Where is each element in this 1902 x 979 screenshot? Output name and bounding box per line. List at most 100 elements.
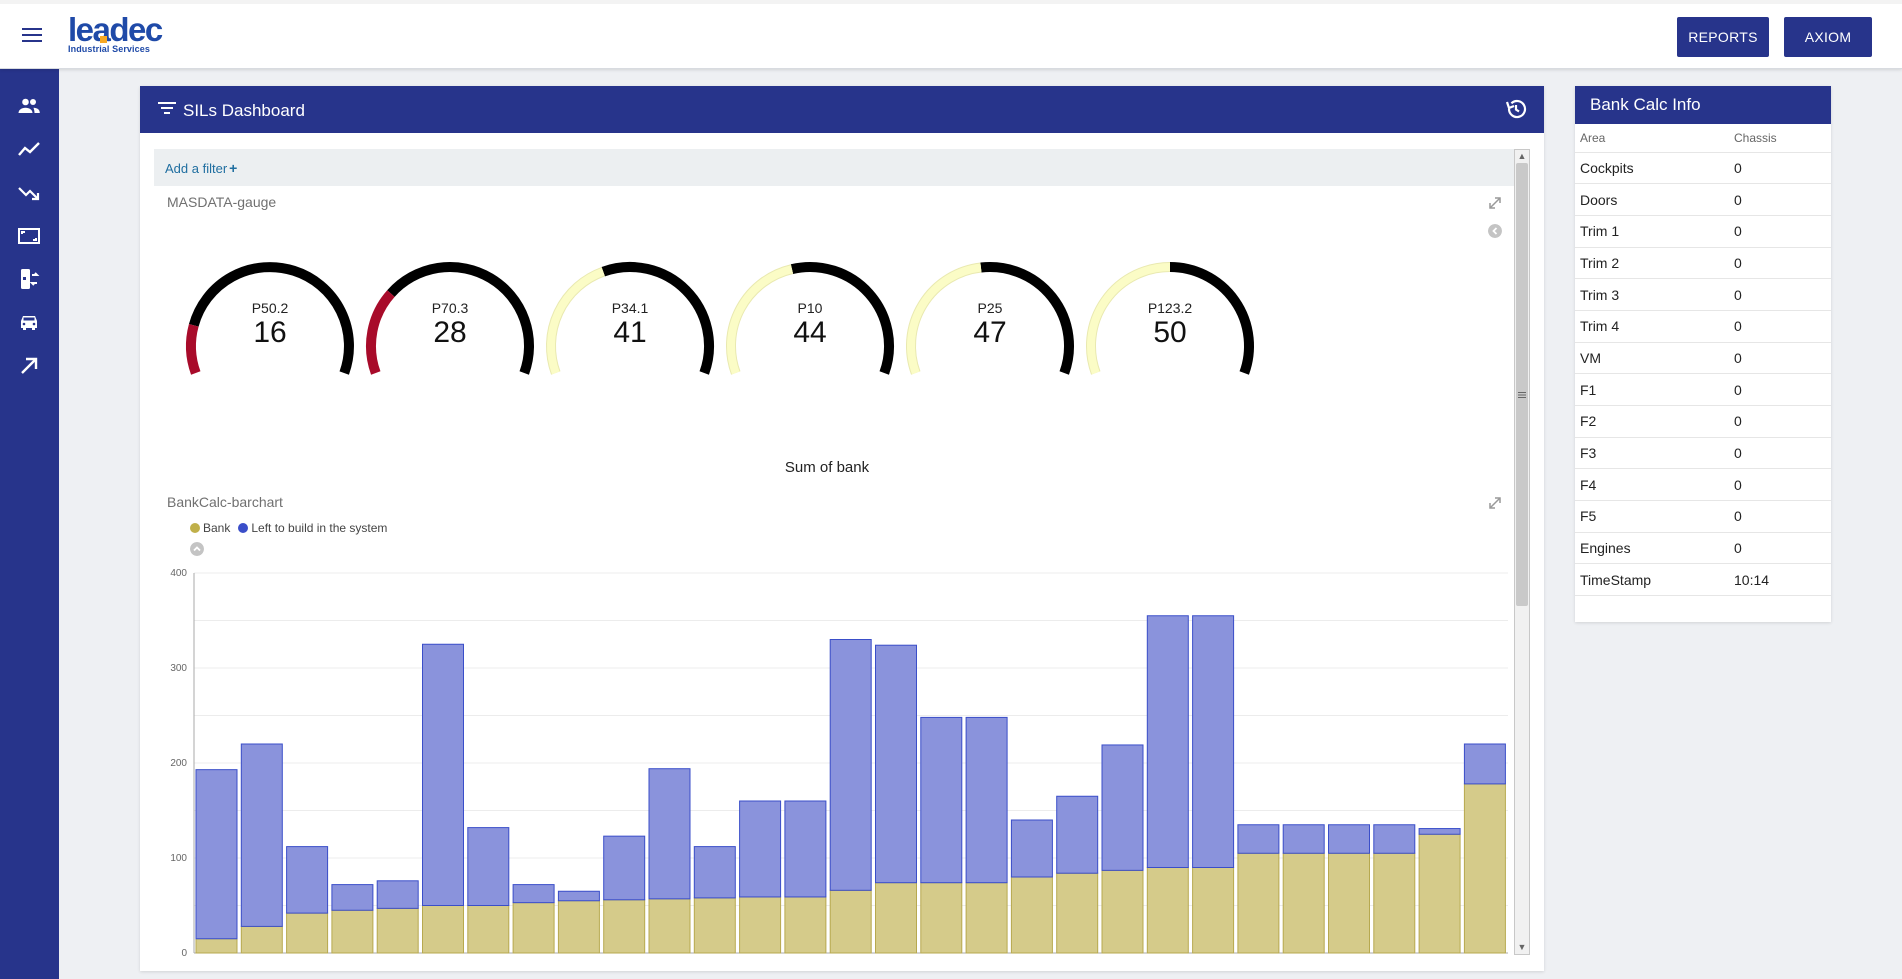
bar-bank[interactable] bbox=[422, 905, 464, 954]
bar-bank[interactable] bbox=[286, 912, 329, 954]
bar-bank[interactable] bbox=[920, 882, 963, 954]
y-tick-label: 0 bbox=[181, 948, 187, 959]
bar-bank[interactable] bbox=[1101, 869, 1144, 954]
bar-bank[interactable] bbox=[1192, 867, 1235, 954]
bar-left-to-build[interactable] bbox=[648, 768, 691, 900]
legend-swatch bbox=[238, 523, 249, 533]
bar-bank[interactable] bbox=[1418, 833, 1461, 954]
collapse-gauge-icon[interactable] bbox=[1488, 224, 1502, 238]
axiom-button[interactable]: AXIOM bbox=[1784, 17, 1872, 57]
gauge-value: 47 bbox=[973, 316, 1007, 349]
scrollbar-thumb[interactable] bbox=[1516, 163, 1528, 606]
legend-swatch bbox=[190, 523, 200, 533]
bar-left-to-build[interactable] bbox=[467, 827, 510, 906]
bar-bank[interactable] bbox=[557, 900, 600, 954]
bar-left-to-build[interactable] bbox=[1146, 615, 1189, 868]
bar-left-to-build[interactable] bbox=[920, 716, 963, 884]
bar-bank[interactable] bbox=[1237, 852, 1280, 954]
bar-bank[interactable] bbox=[603, 899, 646, 954]
bar-left-to-build[interactable] bbox=[1237, 824, 1280, 854]
bar-bank[interactable] bbox=[1146, 867, 1189, 954]
bar-left-to-build[interactable] bbox=[603, 835, 646, 901]
scroll-up-arrow-icon[interactable]: ▲ bbox=[1517, 151, 1527, 161]
bar-bank[interactable] bbox=[1010, 876, 1053, 954]
bar-bank[interactable] bbox=[1056, 872, 1099, 954]
bar-left-to-build[interactable] bbox=[240, 743, 283, 927]
bar-left-to-build[interactable] bbox=[1418, 828, 1461, 835]
bar-left-to-build[interactable] bbox=[195, 769, 238, 940]
people-icon[interactable] bbox=[14, 93, 44, 119]
legend-item-bank[interactable]: Bank bbox=[190, 521, 230, 535]
table-body: Cockpits 0 Doors 0 Trim 1 0 Trim 2 0 Trim 3 0 Trim… bbox=[1575, 152, 1831, 597]
expand-chart-panel-icon[interactable] bbox=[1488, 496, 1502, 510]
add-filter-link[interactable]: Add a filter + bbox=[165, 160, 237, 176]
area-cell: Doors bbox=[1575, 183, 1729, 216]
bar-bank[interactable] bbox=[1463, 783, 1506, 954]
bar-bank[interactable] bbox=[1373, 852, 1416, 954]
bar-bank[interactable] bbox=[965, 882, 1008, 954]
expand-gauge-panel-icon[interactable] bbox=[1488, 196, 1502, 210]
legend-item-left-to-build[interactable]: Left to build in the system bbox=[238, 521, 387, 535]
bar-left-to-build[interactable] bbox=[1328, 824, 1370, 854]
bar-left-to-build[interactable] bbox=[512, 884, 555, 904]
bar-bank[interactable] bbox=[512, 902, 555, 954]
bar-bank[interactable] bbox=[875, 882, 917, 954]
bar-bank[interactable] bbox=[331, 909, 374, 954]
bar-bank[interactable] bbox=[240, 925, 283, 954]
trending-down-icon[interactable] bbox=[14, 180, 44, 206]
bar-bank[interactable] bbox=[693, 897, 736, 954]
aspect-ratio-icon[interactable] bbox=[14, 223, 44, 249]
scroll-down-arrow-icon[interactable]: ▼ bbox=[1517, 942, 1527, 952]
phone-flip-icon[interactable] bbox=[14, 266, 44, 292]
bar-left-to-build[interactable] bbox=[875, 644, 917, 884]
chassis-cell: 0 bbox=[1729, 437, 1831, 470]
car-icon[interactable] bbox=[14, 309, 44, 335]
area-cell: Cockpits bbox=[1575, 152, 1729, 185]
bar-left-to-build[interactable] bbox=[422, 643, 464, 906]
bar-left-to-build[interactable] bbox=[331, 884, 374, 911]
bar-left-to-build[interactable] bbox=[1373, 824, 1416, 854]
reports-button[interactable]: REPORTS bbox=[1677, 17, 1769, 57]
filter-list-icon[interactable] bbox=[157, 100, 177, 116]
dashboard-scrollbar[interactable]: ▲ ▼ bbox=[1514, 149, 1530, 955]
bar-left-to-build[interactable] bbox=[829, 639, 872, 891]
chassis-cell: 0 bbox=[1729, 310, 1831, 343]
bar-bank[interactable] bbox=[648, 898, 691, 954]
column-header-chassis: Chassis bbox=[1729, 124, 1831, 153]
bar-left-to-build[interactable] bbox=[557, 890, 600, 902]
bar-left-to-build[interactable] bbox=[1056, 795, 1099, 874]
table-row: F2 0 bbox=[1575, 405, 1831, 438]
leadec-logo[interactable]: leadec Industrial Services bbox=[68, 13, 163, 54]
area-cell: F5 bbox=[1575, 500, 1729, 533]
history-icon[interactable] bbox=[1504, 97, 1528, 121]
bar-bank[interactable] bbox=[739, 896, 782, 954]
bar-bank[interactable] bbox=[467, 905, 510, 954]
bar-left-to-build[interactable] bbox=[965, 716, 1008, 884]
bar-bank[interactable] bbox=[829, 889, 872, 954]
bar-bank[interactable] bbox=[195, 938, 238, 954]
chart-collapse-icon[interactable] bbox=[190, 542, 204, 556]
bar-left-to-build[interactable] bbox=[286, 846, 329, 914]
bar-bank[interactable] bbox=[376, 907, 419, 954]
bar-left-to-build[interactable] bbox=[1463, 743, 1506, 785]
bar-left-to-build[interactable] bbox=[376, 880, 419, 909]
bar-left-to-build[interactable] bbox=[1101, 744, 1144, 871]
arrow-up-right-icon[interactable] bbox=[14, 353, 44, 379]
area-cell: F3 bbox=[1575, 437, 1729, 470]
chart-panel-title: BankCalc-barchart bbox=[167, 494, 283, 510]
bar-left-to-build[interactable] bbox=[1192, 615, 1235, 868]
bar-bank[interactable] bbox=[784, 896, 827, 954]
bar-left-to-build[interactable] bbox=[693, 846, 736, 899]
bar-left-to-build[interactable] bbox=[1282, 824, 1325, 854]
sils-dashboard-card: SILs Dashboard Add a filter + MASDATA-gau… bbox=[140, 86, 1544, 971]
bar-left-to-build[interactable] bbox=[1010, 819, 1053, 878]
bar-bank[interactable] bbox=[1328, 852, 1370, 954]
area-cell: Trim 3 bbox=[1575, 278, 1729, 311]
bar-left-to-build[interactable] bbox=[784, 800, 827, 898]
bar-bank[interactable] bbox=[1282, 852, 1325, 954]
bar-left-to-build[interactable] bbox=[739, 800, 782, 898]
trending-up-icon[interactable] bbox=[14, 136, 44, 162]
top-header: leadec Industrial Services REPORTS AXIOM bbox=[0, 0, 1902, 69]
menu-icon[interactable] bbox=[22, 28, 42, 42]
chart-title: Sum of bank bbox=[784, 459, 870, 476]
